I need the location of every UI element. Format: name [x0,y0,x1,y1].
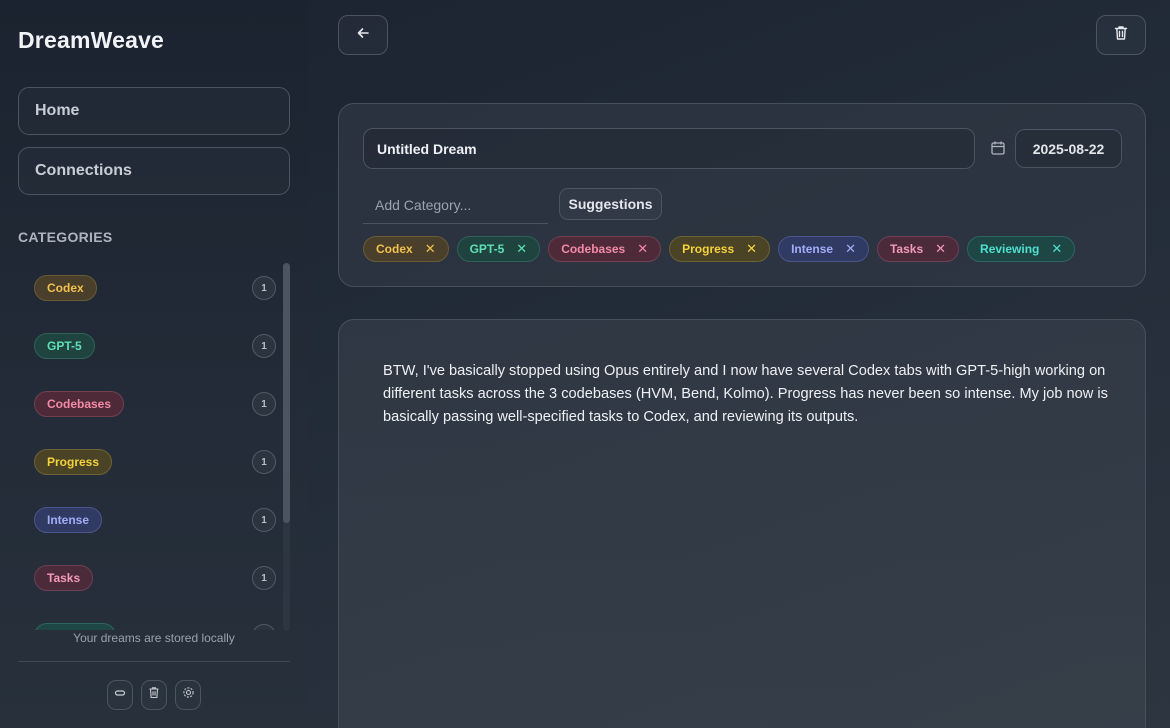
tag-label: GPT-5 [469,242,505,256]
calendar-icon [990,140,1006,161]
tag-codebases: Codebases ✕ [548,236,662,262]
category-count-partial [252,624,276,630]
tag-label: Progress [682,242,735,256]
link-button[interactable] [107,680,133,710]
remove-tag-icon[interactable]: ✕ [845,241,856,257]
category-tag: GPT-5 [34,333,95,359]
app-root: DreamWeave Home Connections CATEGORIES C… [0,0,1170,728]
category-count: 1 [252,450,276,474]
tag-tasks: Tasks ✕ [876,236,960,262]
category-count: 1 [252,566,276,590]
category-tag: Codebases [34,391,125,417]
date-input[interactable]: 2025-08-22 [1015,129,1122,168]
remove-tag-icon[interactable]: ✕ [1051,241,1062,257]
category-item-tasks[interactable]: Tasks 1 [18,553,276,603]
remove-tag-icon[interactable]: ✕ [746,241,757,257]
settings-button[interactable] [175,680,201,710]
dream-content-editor[interactable]: BTW, I've basically stopped using Opus e… [338,319,1146,728]
add-category-input[interactable] [363,186,548,224]
categories-heading: CATEGORIES [18,229,113,245]
remove-tag-icon[interactable]: ✕ [637,241,648,257]
tag-label: Reviewing [980,242,1040,256]
settings-icon [182,686,195,704]
category-count: 1 [252,334,276,358]
tag-label: Tasks [889,242,924,256]
remove-tag-icon[interactable]: ✕ [935,241,946,257]
nav-connections-button[interactable]: Connections [18,147,290,195]
category-count: 1 [252,392,276,416]
category-tag: Progress [34,449,113,475]
category-count: 1 [252,508,276,532]
tag-intense: Intense ✕ [778,236,869,262]
sidebar: DreamWeave Home Connections CATEGORIES C… [0,0,308,728]
storage-note: Your dreams are stored locally [73,631,235,645]
dream-meta-card: Untitled Dream 2025-08-22 Suggestions Co… [338,103,1146,287]
category-item-codebases[interactable]: Codebases 1 [18,379,276,429]
tag-label: Codex [376,242,413,256]
tag-gpt5: GPT-5 ✕ [456,236,541,262]
category-item-intense[interactable]: Intense 1 [18,495,276,545]
category-tag-partial [34,623,116,630]
dream-title-input[interactable]: Untitled Dream [363,128,975,169]
tag-progress: Progress ✕ [669,236,771,262]
trash-icon [1114,25,1128,46]
sidebar-divider [18,661,290,662]
category-count: 1 [252,276,276,300]
remove-tag-icon[interactable]: ✕ [425,241,436,257]
clear-data-button[interactable] [141,680,167,710]
link-icon [114,686,126,704]
tag-codex: Codex ✕ [363,236,449,262]
category-tag: Tasks [34,565,94,591]
category-item-codex[interactable]: Codex 1 [18,263,276,313]
category-tag: Codex [34,275,97,301]
category-item-progress[interactable]: Progress 1 [18,437,276,487]
category-scrollbar[interactable] [283,263,290,631]
app-title: DreamWeave [18,27,165,53]
nav-home-button[interactable]: Home [18,87,290,135]
category-tag: Intense [34,507,103,533]
selected-tags: Codex ✕ GPT-5 ✕ Codebases ✕ Progress ✕ I… [363,236,1076,262]
remove-tag-icon[interactable]: ✕ [516,241,527,257]
category-item-gpt5[interactable]: GPT-5 1 [18,321,276,371]
suggestions-button[interactable]: Suggestions [559,188,662,220]
category-item-partial[interactable] [18,611,276,630]
arrow-left-icon [356,26,370,45]
back-button[interactable] [338,15,388,55]
tag-reviewing: Reviewing ✕ [967,236,1076,262]
tag-label: Codebases [561,242,626,256]
delete-dream-button[interactable] [1096,15,1146,55]
tag-label: Intense [791,242,834,256]
dream-content-text[interactable]: BTW, I've basically stopped using Opus e… [383,360,1111,429]
category-list: Codex 1 GPT-5 1 Codebases 1 Progress 1 I… [18,262,280,630]
scroll-thumb[interactable] [283,263,290,523]
trash-icon [148,686,160,704]
